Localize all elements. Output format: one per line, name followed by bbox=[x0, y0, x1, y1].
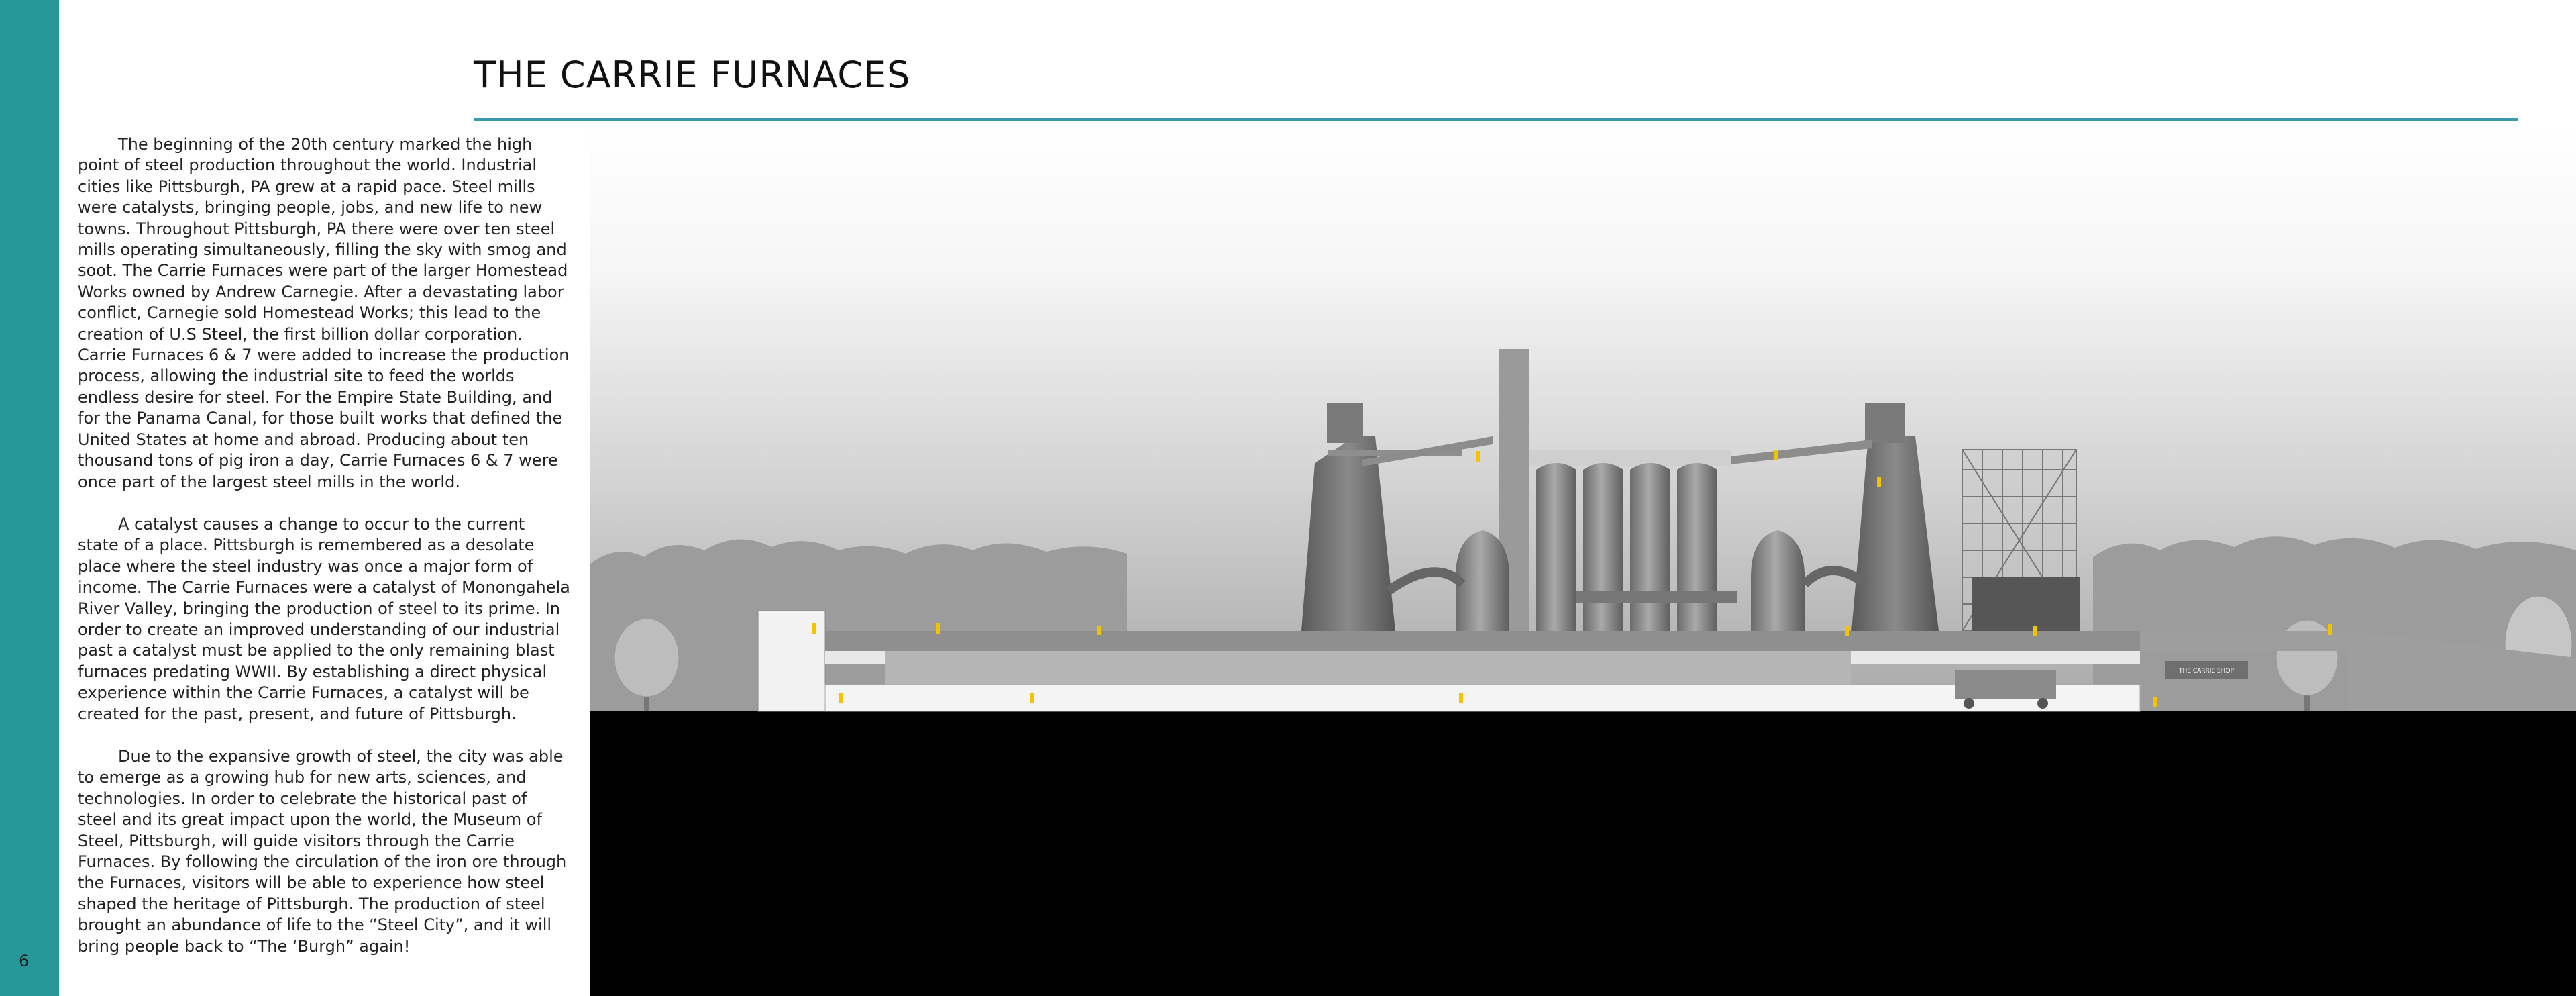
paragraph-museum: Due to the expansive growth of steel, th… bbox=[78, 746, 567, 956]
silos bbox=[1529, 450, 1731, 631]
body-text: The beginning of the 20th century marked… bbox=[78, 134, 570, 979]
ground-section bbox=[590, 711, 2576, 996]
page-title: THE CARRIE FURNACES bbox=[474, 54, 911, 96]
dark-shed bbox=[1972, 577, 2080, 631]
sidebar-accent-bar bbox=[0, 0, 59, 996]
shop-sign: THE CARRIE SHOP bbox=[2165, 661, 2248, 679]
section-drawing: THE CARRIE SHOP bbox=[590, 121, 2576, 996]
page-number: 6 bbox=[19, 952, 30, 970]
paragraph-catalyst: A catalyst causes a change to occur to t… bbox=[78, 514, 570, 724]
paragraph-history: The beginning of the 20th century marked… bbox=[78, 135, 570, 491]
shop-sign-label: THE CARRIE SHOP bbox=[2178, 668, 2235, 675]
furnace-section-illustration: THE CARRIE SHOP bbox=[590, 121, 2576, 996]
